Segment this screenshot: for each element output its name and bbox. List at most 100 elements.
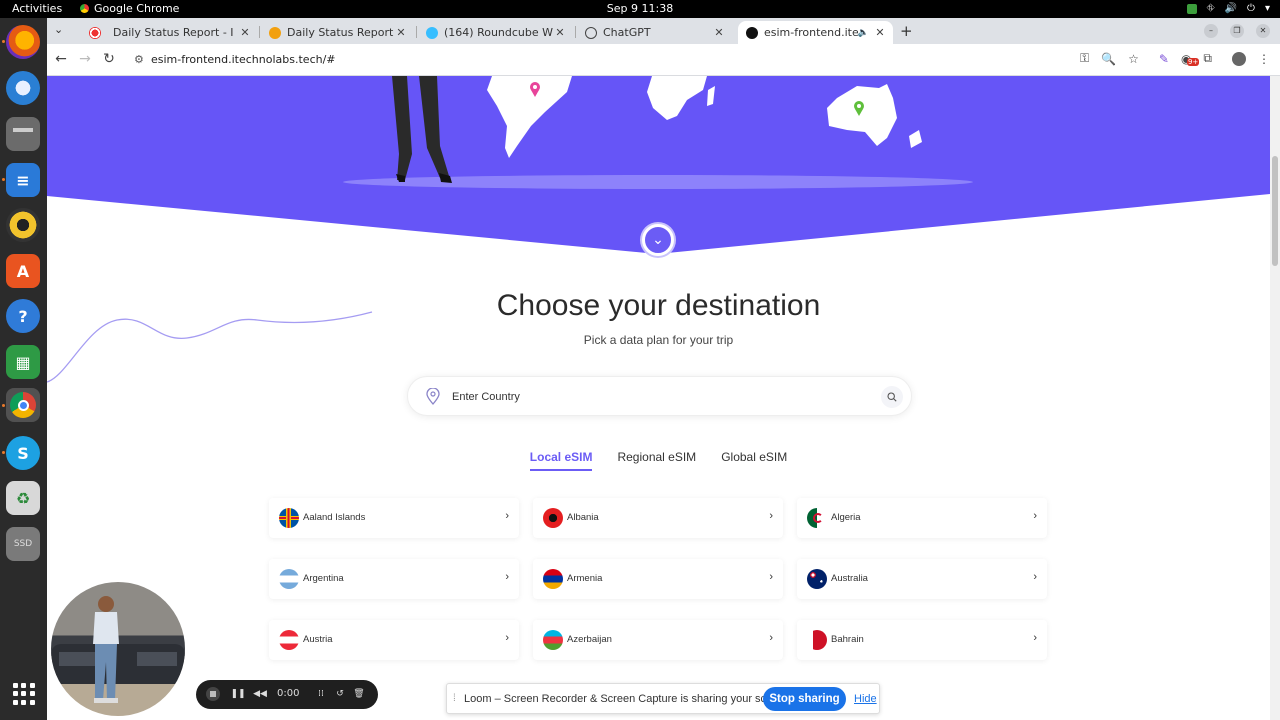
firefox-icon[interactable] <box>6 25 40 59</box>
country-name: Austria <box>303 634 333 645</box>
profile-avatar[interactable] <box>1232 51 1246 66</box>
country-name: Australia <box>831 573 868 584</box>
chatgpt-icon <box>585 26 597 39</box>
app-indicator-icon[interactable] <box>1186 3 1197 14</box>
extensions-puzzle-icon[interactable]: ⧉ <box>1203 51 1212 66</box>
close-icon[interactable]: ✕ <box>394 26 408 39</box>
network-icon[interactable]: ⛗ <box>1207 2 1215 15</box>
ssd-drive-icon[interactable]: SSD <box>6 527 40 561</box>
browser-tab[interactable]: Daily Status Report - I ✕ <box>261 21 414 44</box>
writer-icon[interactable]: ≡ <box>6 163 40 197</box>
page-scrollbar[interactable] <box>1270 76 1280 720</box>
thunderbird-icon[interactable] <box>6 71 40 105</box>
chrome-dock-icon[interactable] <box>6 388 40 422</box>
loom-recording-controls: ❚❚ ◀◀ 0:00 ⁞⁞ ↺ 🗑 <box>196 680 378 709</box>
country-search-input[interactable] <box>452 387 862 407</box>
activities-button[interactable]: Activities <box>12 2 62 15</box>
files-icon[interactable] <box>6 117 40 151</box>
system-top-bar: Activities Google Chrome Sep 9 11:38 ⛗ 🔊… <box>0 0 1280 18</box>
stop-recording-button[interactable] <box>206 687 220 701</box>
chevron-down-icon[interactable]: ▾ <box>1265 2 1270 15</box>
tab-title: esim-frontend.itechn <box>764 26 858 39</box>
password-key-icon[interactable]: ⚿ <box>1080 51 1089 66</box>
page-subtitle: Pick a data plan for your trip <box>583 333 734 347</box>
tab-search-icon[interactable]: ⌄ <box>54 23 63 36</box>
country-card[interactable]: Argentina › <box>269 559 519 599</box>
drag-handle-icon[interactable]: ⁞⁞ <box>314 687 328 701</box>
browser-tab[interactable]: (164) Roundcube Webm ✕ <box>418 21 573 44</box>
browser-tab-strip: ⌄ Daily Status Report - I ✕ Daily Status… <box>47 18 1280 44</box>
country-card[interactable]: Albania › <box>533 498 783 538</box>
flag-austria-icon <box>279 630 299 650</box>
site-info-icon[interactable]: ⚙ <box>134 53 144 66</box>
close-icon[interactable]: ✕ <box>873 26 887 39</box>
zoom-icon[interactable]: 🔍 <box>1101 52 1116 66</box>
forward-button[interactable]: → <box>76 51 94 67</box>
tab-favicon-icon <box>269 26 281 39</box>
close-icon[interactable]: ✕ <box>238 26 252 39</box>
delete-icon[interactable]: 🗑 <box>352 687 366 701</box>
chevron-down-icon: ⌄ <box>652 232 664 248</box>
tab-title: Daily Status Report - I <box>113 26 234 39</box>
tab-title: Daily Status Report - I <box>287 26 394 39</box>
system-tray[interactable]: ⛗ 🔊 ⏻ ▾ <box>1186 2 1270 15</box>
browser-tab[interactable]: Daily Status Report - I ✕ <box>81 21 258 44</box>
country-card[interactable]: Austria › <box>269 620 519 660</box>
tab-regional-esim[interactable]: Regional eSIM <box>617 450 696 471</box>
country-card[interactable]: Azerbaijan › <box>533 620 783 660</box>
loom-webcam-bubble[interactable] <box>51 582 185 716</box>
help-icon[interactable]: ? <box>6 299 40 333</box>
pen-extension-icon[interactable]: ✎ <box>1159 52 1169 66</box>
flag-azerbaijan-icon <box>543 630 563 650</box>
close-icon[interactable]: ✕ <box>553 26 567 39</box>
country-card[interactable]: Australia › <box>797 559 1047 599</box>
volume-icon[interactable]: 🔊 <box>1225 2 1237 15</box>
country-name: Azerbaijan <box>567 634 612 645</box>
chevron-right-icon: › <box>505 571 509 583</box>
extension-badge-icon[interactable]: ◉ 9+ <box>1181 52 1200 66</box>
hide-link[interactable]: Hide <box>854 693 877 705</box>
menu-icon[interactable]: ⋮ <box>1258 52 1270 66</box>
country-card[interactable]: Armenia › <box>533 559 783 599</box>
browser-tab[interactable]: ChatGPT ✕ <box>577 21 732 44</box>
extension-badge: 9+ <box>1186 57 1200 66</box>
restore-button[interactable]: ❐ <box>1230 24 1244 38</box>
page-viewport: ⌄ Choose your destination Pick a data pl… <box>47 76 1270 720</box>
audio-icon[interactable]: 🔈 <box>858 28 869 38</box>
new-tab-button[interactable]: + <box>900 22 913 40</box>
window-close-button[interactable]: ✕ <box>1256 24 1270 38</box>
pause-icon[interactable]: ❚❚ <box>230 687 245 701</box>
country-card[interactable]: Algeria › <box>797 498 1047 538</box>
tab-local-esim[interactable]: Local eSIM <box>529 450 593 471</box>
drag-handle-icon[interactable]: ⁞ <box>453 693 456 704</box>
rhythmbox-icon[interactable] <box>6 208 40 242</box>
browser-tab-active[interactable]: esim-frontend.itechn 🔈 ✕ <box>738 21 893 44</box>
country-card[interactable]: Bahrain › <box>797 620 1047 660</box>
address-bar[interactable]: esim-frontend.itechnolabs.tech/# <box>151 53 336 66</box>
close-icon[interactable]: ✕ <box>712 26 726 39</box>
chrome-icon <box>80 4 89 13</box>
search-button[interactable] <box>881 386 903 408</box>
stop-sharing-button[interactable]: Stop sharing <box>763 687 846 711</box>
app-menu[interactable]: Google Chrome <box>80 2 179 15</box>
rewind-icon[interactable]: ◀◀ <box>253 687 267 701</box>
skype-icon[interactable]: S <box>6 436 40 470</box>
show-apps-icon[interactable] <box>13 683 35 705</box>
trash-icon[interactable]: ♻ <box>6 481 40 515</box>
app-center-icon[interactable]: A <box>6 254 40 288</box>
calc-icon[interactable]: ▦ <box>6 345 40 379</box>
chevron-right-icon: › <box>505 632 509 644</box>
back-button[interactable]: ← <box>52 51 70 67</box>
country-card[interactable]: Aaland Islands › <box>269 498 519 538</box>
tab-global-esim[interactable]: Global eSIM <box>721 450 787 471</box>
scroll-down-button[interactable]: ⌄ <box>642 224 674 256</box>
clock[interactable]: Sep 9 11:38 <box>0 2 1280 15</box>
minimize-button[interactable]: – <box>1204 24 1218 38</box>
chevron-right-icon: › <box>1033 632 1037 644</box>
reload-button[interactable]: ↻ <box>100 51 118 67</box>
bookmark-star-icon[interactable]: ☆ <box>1128 52 1139 66</box>
scrollbar-thumb[interactable] <box>1272 156 1278 266</box>
chevron-right-icon: › <box>769 510 773 522</box>
power-icon[interactable]: ⏻ <box>1247 2 1255 15</box>
restart-icon[interactable]: ↺ <box>333 687 347 701</box>
